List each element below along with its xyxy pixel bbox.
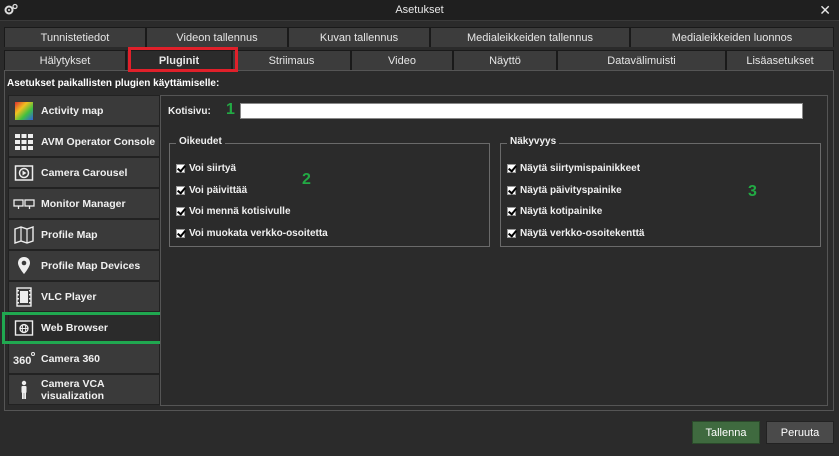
plugin-label: Camera VCA visualization xyxy=(41,377,105,402)
checkbox-can-go-home[interactable]: Voi mennä kotisivulle xyxy=(176,201,328,223)
visibility-group: Näkyvyys Näytä siirtymispainikkeet Näytä… xyxy=(500,136,821,247)
film-icon xyxy=(13,286,35,308)
annotation-2: 2 xyxy=(302,171,311,188)
checkbox-show-url-field[interactable]: Näytä verkko-osoitekenttä xyxy=(507,223,645,245)
plugin-avm-operator-console[interactable]: AVM Operator Console xyxy=(8,126,160,157)
checkbox-can-edit-url[interactable]: Voi muokata verkko-osoitetta xyxy=(176,223,328,245)
annotation-1: 1 xyxy=(226,101,235,118)
svg-text:360: 360 xyxy=(13,355,31,367)
checkbox-label: Näytä verkko-osoitekenttä xyxy=(520,227,645,239)
tab-striimaus[interactable]: Striimaus xyxy=(232,50,351,70)
person-icon xyxy=(13,379,35,401)
tab-row-2: Hälytykset Pluginit Striimaus Video Näyt… xyxy=(4,50,834,71)
checkbox-checked-icon[interactable] xyxy=(507,228,516,238)
plugin-settings-panel xyxy=(160,95,828,406)
checkbox-checked-icon[interactable] xyxy=(507,207,516,217)
globe-window-icon xyxy=(13,317,35,339)
checkbox-label: Näytä siirtymispainikkeet xyxy=(520,163,641,175)
checkbox-label: Voi päivittää xyxy=(189,184,248,196)
plugin-label: VLC Player xyxy=(41,290,97,303)
checkbox-checked-icon[interactable] xyxy=(176,185,185,195)
plugin-camera-vca-visualization[interactable]: Camera VCA visualization xyxy=(8,374,160,405)
plugin-label: Camera Carousel xyxy=(41,166,128,179)
plugin-monitor-manager[interactable]: Monitor Manager xyxy=(8,188,160,219)
tab-lisaasetukset[interactable]: Lisäasetukset xyxy=(726,50,834,70)
checkbox-checked-icon[interactable] xyxy=(507,185,516,195)
plugin-activity-map[interactable]: Activity map xyxy=(8,95,160,126)
checkbox-checked-icon[interactable] xyxy=(176,207,185,217)
checkbox-label: Näytä päivityspainike xyxy=(520,184,622,196)
save-button[interactable]: Tallenna xyxy=(692,421,760,444)
plugin-list: Activity map AVM Operator Console Camera… xyxy=(8,95,160,405)
plugin-label: AVM Operator Console xyxy=(41,135,156,148)
tab-naytto[interactable]: Näyttö xyxy=(453,50,557,70)
window-title: Asetukset xyxy=(395,4,444,16)
tab-row-1: Tunnistetiedot Videon tallennus Kuvan ta… xyxy=(4,27,834,47)
checkbox-label: Voi mennä kotisivulle xyxy=(189,206,291,218)
checkbox-checked-icon[interactable] xyxy=(507,164,516,174)
tab-tunnistetiedot[interactable]: Tunnistetiedot xyxy=(4,27,146,47)
plugin-label: Profile Map Devices xyxy=(41,259,141,272)
rights-title: Oikeudet xyxy=(176,136,225,147)
tab-halytykset[interactable]: Hälytykset xyxy=(4,50,126,70)
title-bar: Asetukset ✕ xyxy=(0,0,839,21)
360-icon: 360 xyxy=(13,348,35,370)
heatmap-icon xyxy=(13,100,35,122)
close-icon[interactable]: ✕ xyxy=(819,2,831,18)
plugin-label: Profile Map xyxy=(41,228,98,241)
checkbox-label: Voi siirtyä xyxy=(189,163,237,175)
map-pin-icon xyxy=(13,255,35,277)
plugin-vlc-player[interactable]: VLC Player xyxy=(8,281,160,312)
plugin-web-browser[interactable]: Web Browser xyxy=(8,312,160,343)
tab-video[interactable]: Video xyxy=(351,50,453,70)
tab-datavalimuisti[interactable]: Datavälimuisti xyxy=(557,50,726,70)
plugin-label: Activity map xyxy=(41,104,104,117)
home-page-input[interactable] xyxy=(240,103,803,119)
rights-group: Oikeudet Voi siirtyä Voi päivittää Voi m… xyxy=(169,136,490,247)
checkbox-label: Näytä kotipainike xyxy=(520,206,603,218)
map-icon xyxy=(13,224,35,246)
annotation-3: 3 xyxy=(748,183,757,200)
plugin-profile-map-devices[interactable]: Profile Map Devices xyxy=(8,250,160,281)
tab-videon-tallennus[interactable]: Videon tallennus xyxy=(146,27,288,47)
monitors-icon xyxy=(13,193,35,215)
plugin-label: Web Browser xyxy=(41,321,108,334)
plugin-label: Monitor Manager xyxy=(41,197,126,210)
plugin-label: Camera 360 xyxy=(41,352,100,365)
plugin-profile-map[interactable]: Profile Map xyxy=(8,219,160,250)
cancel-button[interactable]: Peruuta xyxy=(766,421,834,444)
checkbox-show-nav-buttons[interactable]: Näytä siirtymispainikkeet xyxy=(507,158,645,180)
tab-medialeikkeiden-luonnos[interactable]: Medialeikkeiden luonnos xyxy=(630,27,834,47)
carousel-icon xyxy=(13,162,35,184)
checkbox-checked-icon[interactable] xyxy=(176,164,185,174)
checkbox-checked-icon[interactable] xyxy=(176,228,185,238)
home-page-label: Kotisivu: xyxy=(168,106,211,117)
plugin-camera-360[interactable]: 360 Camera 360 xyxy=(8,343,160,374)
tab-medialeikkeiden-tallennus[interactable]: Medialeikkeiden tallennus xyxy=(430,27,630,47)
tab-pluginit[interactable]: Pluginit xyxy=(126,50,232,71)
visibility-title: Näkyvyys xyxy=(507,136,560,147)
plugin-camera-carousel[interactable]: Camera Carousel xyxy=(8,157,160,188)
checkbox-show-home-button[interactable]: Näytä kotipainike xyxy=(507,201,645,223)
plugins-subtitle: Asetukset paikallisten plugien käyttämis… xyxy=(7,78,220,89)
tab-kuvan-tallennus[interactable]: Kuvan tallennus xyxy=(288,27,430,47)
checkbox-label: Voi muokata verkko-osoitetta xyxy=(189,227,328,239)
video-wall-icon xyxy=(13,131,35,153)
checkbox-show-refresh-button[interactable]: Näytä päivityspainike xyxy=(507,180,645,202)
